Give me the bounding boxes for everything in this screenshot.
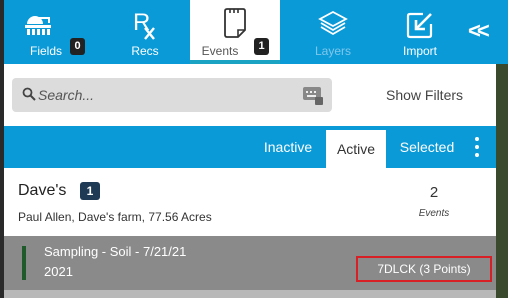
nav-events[interactable]: Events 1 <box>190 0 280 60</box>
nav-import[interactable]: Import <box>376 0 464 64</box>
farm-description: Paul Allen, Dave's farm, 77.56 Acres <box>18 210 212 224</box>
search-box[interactable] <box>12 78 332 112</box>
tab-inactive[interactable]: Inactive <box>254 126 322 168</box>
event-status-bar <box>22 246 26 280</box>
event-title: Sampling - Soil - 7/21/21 <box>44 244 187 259</box>
collapse-icon: << <box>468 18 490 43</box>
events-count-badge: 1 <box>254 38 269 55</box>
tab-selected[interactable]: Selected <box>392 126 462 168</box>
rx-icon: R <box>132 9 158 45</box>
import-icon <box>405 10 435 45</box>
clipboard-icon <box>222 8 248 43</box>
keyboard-icon[interactable] <box>302 86 324 111</box>
show-filters-button[interactable]: Show Filters <box>386 87 463 103</box>
nav-layers[interactable]: Layers <box>288 0 378 64</box>
map-edge <box>496 0 508 298</box>
nav-recs-label: Recs <box>131 44 159 58</box>
event-list-item[interactable]: Sampling - Soil - 7/21/21 2021 7DLCK (3 … <box>4 236 496 290</box>
farm-name: Dave's <box>18 182 67 199</box>
nav-events-label: Events <box>201 44 239 58</box>
event-year: 2021 <box>44 264 73 279</box>
top-nav: Fields 0 R Recs Events 1 Layers Import <… <box>4 0 496 64</box>
layers-icon <box>318 10 348 43</box>
nav-fields-label: Fields <box>29 44 62 58</box>
nav-recs[interactable]: R Recs <box>104 0 186 64</box>
farm-event-count-label: Events <box>418 208 450 219</box>
search-input[interactable] <box>38 84 278 106</box>
farm-count-badge: 1 <box>80 182 100 200</box>
nav-fields[interactable]: Fields 0 <box>12 0 102 64</box>
nav-import-label: Import <box>402 44 437 58</box>
farm-list-item[interactable]: Dave's 1 Paul Allen, Dave's farm, 77.56 … <box>4 170 496 234</box>
search-icon <box>22 87 36 106</box>
map-edge-top <box>496 0 508 64</box>
farm-event-count: 2 <box>429 184 439 201</box>
nav-layers-label: Layers <box>314 44 352 58</box>
filter-tabs: Inactive Active Selected <box>4 126 496 168</box>
collapse-panel-button[interactable]: << <box>462 0 496 64</box>
side-panel: Fields 0 R Recs Events 1 Layers Import <… <box>0 0 496 298</box>
event-sample-tag[interactable]: 7DLCK (3 Points) <box>356 256 492 282</box>
more-options-icon[interactable] <box>474 136 480 158</box>
fields-icon <box>23 10 53 41</box>
search-row: Show Filters <box>4 64 496 124</box>
tab-active[interactable]: Active <box>326 130 386 168</box>
fields-count-badge: 0 <box>70 38 85 55</box>
next-list-item <box>4 290 496 298</box>
